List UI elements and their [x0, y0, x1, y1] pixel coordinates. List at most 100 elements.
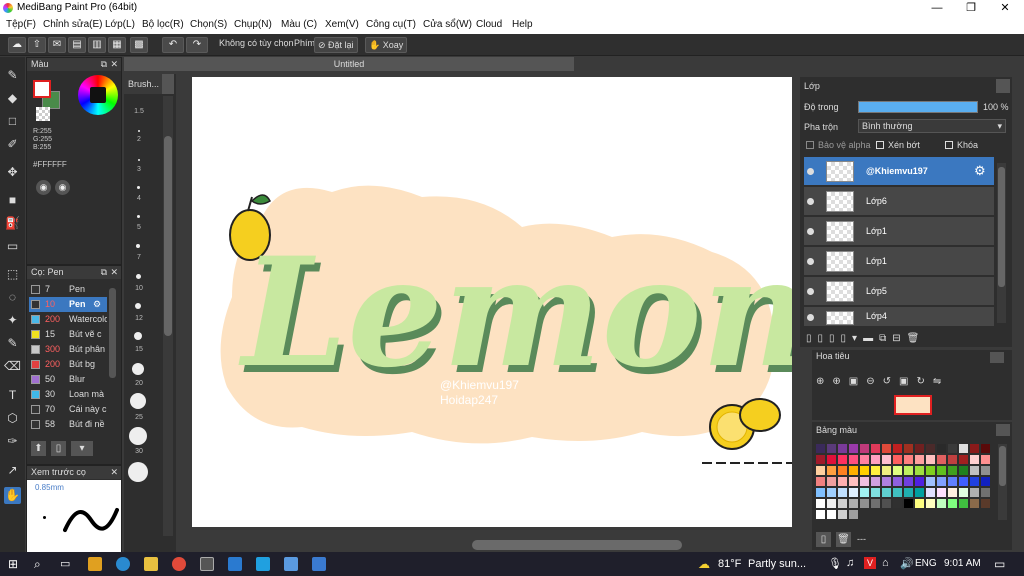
panel-close-icon[interactable]: ✕ [110, 466, 118, 479]
brush-item-selected[interactable]: 10 Pen ⚙ [29, 297, 107, 312]
select-rect-tool-icon[interactable]: ⬚ [4, 266, 21, 283]
undock-icon[interactable]: ⧉ [101, 58, 107, 71]
palette-swatch[interactable] [959, 455, 968, 464]
new-palette-icon[interactable]: ▯ [816, 532, 831, 547]
photos-icon[interactable] [284, 557, 298, 571]
brush-item[interactable]: 200 Bút bg [29, 357, 107, 372]
size-label[interactable]: 4 [124, 195, 154, 202]
size-label[interactable]: 15 [124, 346, 154, 353]
drawing-canvas[interactable]: Lemon Lemon @Khiemvu197 Hoidap247 [192, 77, 792, 527]
lasso-tool-icon[interactable]: ◌ [4, 289, 21, 306]
undock-icon[interactable]: ⧉ [101, 266, 107, 279]
windows-start-icon[interactable]: ⊞ [8, 557, 22, 571]
app-icon[interactable] [312, 557, 326, 571]
palette-swatch[interactable] [926, 444, 935, 453]
palette-swatch[interactable] [904, 455, 913, 464]
palette-swatch[interactable] [904, 488, 913, 497]
lock-checkbox[interactable] [945, 141, 953, 149]
palette-swatch[interactable] [915, 477, 924, 486]
flip-icon[interactable]: ⇋ [933, 376, 949, 387]
palette-swatch[interactable] [849, 466, 858, 475]
palette-swatch[interactable] [827, 444, 836, 453]
palette-swatch[interactable] [981, 488, 990, 497]
navigator-thumbnail[interactable] [894, 395, 932, 415]
palette-swatch[interactable] [827, 477, 836, 486]
zoom-in-2-icon[interactable]: ⊕ [832, 376, 848, 387]
palette-swatch[interactable] [981, 466, 990, 475]
size-dot[interactable] [132, 363, 144, 375]
select-eraser-tool-icon[interactable]: ⌫ [4, 358, 21, 375]
size-dot[interactable] [135, 303, 141, 309]
horizontal-scroll-thumb[interactable] [472, 540, 682, 550]
size-label[interactable]: 30 [124, 448, 154, 455]
palette-swatch[interactable] [860, 455, 869, 464]
palette-swatch[interactable] [959, 499, 968, 508]
brush-tool-icon[interactable]: ✎ [4, 67, 21, 84]
palette-swatch[interactable] [981, 444, 990, 453]
page-icon[interactable]: ▥ [88, 37, 106, 53]
palette-swatch[interactable] [970, 466, 979, 475]
menu-color[interactable]: Màu (C) [281, 19, 317, 30]
brush-item[interactable]: 300 Bút phân [29, 342, 107, 357]
palette-swatch[interactable] [959, 444, 968, 453]
palette-swatch[interactable] [838, 477, 847, 486]
delete-icon[interactable]: 🗑 [907, 333, 926, 344]
menu-view[interactable]: Xem(V) [325, 19, 359, 30]
grid-icon[interactable]: ▦ [108, 37, 126, 53]
size-label[interactable]: 2 [124, 136, 154, 143]
palette-swatch[interactable] [948, 477, 957, 486]
palette-swatch[interactable] [904, 444, 913, 453]
palette-swatch[interactable] [904, 499, 913, 508]
volume-icon[interactable]: 🔊 [900, 557, 914, 570]
size-dot[interactable] [138, 159, 140, 161]
brush-item[interactable]: 200 Watercolor [29, 312, 107, 327]
palette-swatch[interactable] [860, 477, 869, 486]
search-icon[interactable]: ⌕ [34, 557, 48, 571]
palette-swatch[interactable] [937, 499, 946, 508]
palette-swatch[interactable] [882, 499, 891, 508]
palette-icon[interactable]: ◉ [36, 180, 51, 195]
transparent-swatch[interactable] [36, 107, 50, 121]
layer-row-selected[interactable]: @Khiemvu197 ⚙ [804, 157, 994, 186]
visibility-icon[interactable] [807, 228, 814, 235]
operation-tool-icon[interactable]: ↗ [4, 462, 21, 479]
palette-swatch[interactable] [904, 477, 913, 486]
palette-swatch[interactable] [926, 477, 935, 486]
brush-item[interactable]: 7 Pen [29, 282, 107, 297]
color-picker-icon[interactable]: ◉ [55, 180, 70, 195]
microphone-icon[interactable]: 🎙 [828, 557, 842, 570]
palette-swatch[interactable] [959, 477, 968, 486]
network-icon[interactable]: ⌂ [882, 557, 889, 569]
task-view-icon[interactable]: ▭ [60, 557, 74, 571]
folder-icon[interactable]: ▬ [863, 333, 879, 344]
brush-item[interactable]: 30 Loan mà [29, 387, 107, 402]
size-label[interactable]: 12 [124, 315, 154, 322]
scroll-thumb[interactable] [164, 136, 172, 336]
chrome-icon[interactable] [172, 557, 186, 571]
palette-swatch[interactable] [893, 477, 902, 486]
palette-swatch[interactable] [915, 444, 924, 453]
store-icon[interactable] [88, 557, 102, 571]
palette-swatch[interactable] [827, 488, 836, 497]
new-halftone-layer-icon[interactable]: ▯ [818, 333, 830, 344]
rotate-left-icon[interactable]: ↺ [883, 376, 899, 387]
palette-swatch[interactable] [882, 444, 891, 453]
delete-palette-icon[interactable]: 🗑 [836, 532, 851, 547]
menu-layer[interactable]: Lớp(L) [105, 19, 135, 30]
add-layer-menu-icon[interactable]: ▯▾ [841, 333, 864, 344]
palette-swatch[interactable] [860, 488, 869, 497]
size-dot[interactable] [136, 274, 141, 279]
palette-swatch[interactable] [948, 488, 957, 497]
close-button[interactable]: ✕ [988, 0, 1022, 17]
medibang-taskbar-icon[interactable] [200, 557, 214, 571]
size-label[interactable]: 3 [124, 166, 154, 173]
palette-swatch[interactable] [970, 477, 979, 486]
size-label[interactable]: 7 [124, 254, 154, 261]
palette-swatch[interactable] [904, 466, 913, 475]
palette-swatch[interactable] [893, 499, 902, 508]
palette-swatch[interactable] [959, 488, 968, 497]
minimize-button[interactable]: — [920, 0, 954, 17]
palette-swatch[interactable] [849, 444, 858, 453]
brush-size-scrollbar[interactable] [163, 96, 173, 536]
menu-cloud[interactable]: Cloud [476, 19, 502, 30]
